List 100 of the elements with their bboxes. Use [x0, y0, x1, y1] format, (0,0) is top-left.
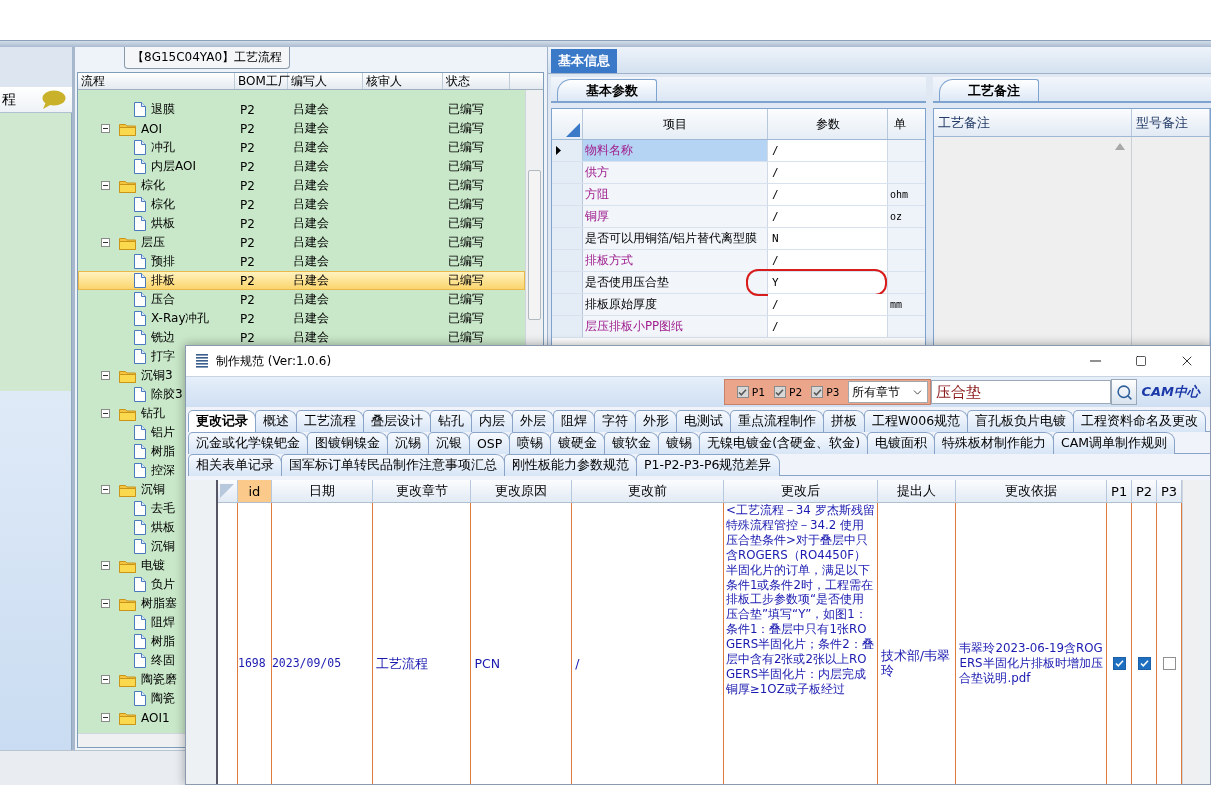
checkbox-label: P2: [788, 385, 803, 399]
table-cell: /: [772, 188, 779, 201]
tree-node-label: 沉铜: [151, 538, 175, 555]
table-cell: 已编写: [448, 330, 484, 344]
table-cell: P2: [240, 330, 255, 345]
tree-node-label: 树脂: [151, 443, 175, 460]
table-cell: 吕建会: [293, 197, 329, 211]
tree-node-label: 控深: [151, 462, 175, 479]
tree-node-label: X-Ray冲孔: [151, 310, 210, 327]
table-cell: /: [575, 655, 580, 671]
table-cell: 已编写: [448, 216, 484, 230]
table-cell: P2: [240, 254, 255, 269]
tree-node-label: 钻孔: [141, 405, 165, 422]
table-cell: P2: [240, 273, 255, 288]
table-cell: 已编写: [448, 235, 484, 249]
tree-node-label: 铣边: [151, 329, 175, 346]
table-cell: 层压排板小PP图纸: [583, 316, 768, 337]
table-cell: 1698: [237, 655, 266, 671]
tree-node-label: 打字: [151, 348, 175, 365]
tree-node-label: 冲孔: [151, 139, 175, 156]
table-cell: 吕建会: [293, 235, 329, 249]
table-cell: 已编写: [448, 102, 484, 116]
checkbox-label: P1: [751, 385, 765, 399]
tree-node-label: 树脂: [151, 633, 175, 650]
table-cell: N: [772, 232, 779, 245]
table-cell: 已编写: [448, 121, 484, 135]
table-cell: P2: [240, 197, 255, 212]
table-cell: 已编写: [448, 311, 484, 325]
table-cell: P2: [240, 178, 255, 193]
table-cell: 吕建会: [293, 140, 329, 154]
table-cell: P2: [240, 311, 255, 326]
table-cell: 铜厚: [583, 206, 768, 227]
table-cell: 是否使用压合垫: [583, 272, 768, 293]
table-cell: 已编写: [448, 159, 484, 173]
table-cell: 吕建会: [293, 292, 329, 306]
table-cell: 已编写: [448, 140, 484, 154]
table-cell: 吕建会: [293, 216, 329, 230]
table-cell: 吕建会: [293, 178, 329, 192]
table-cell: <工艺流程－34 罗杰斯残留特殊流程管控－34.2 使用压合垫条件>对于叠层中只含ROGERS（RO4450F）半固化片的订单，满足以下条件1或条件2时，工程需在排板工步参数项“是否使用压合垫”填写“Y”，如图1：条件1：叠层中只有1张ROGERS半固化片；条件2：叠层中含有2张或2张以上ROGERS半固化片：内层完成铜厚≥1OZ或子板经过: [725, 503, 875, 697]
table-cell: /: [772, 320, 779, 333]
tree-node-label: 铝片: [151, 424, 175, 441]
tree-node-label: 阻焊: [151, 614, 175, 631]
table-cell: 物料名称: [583, 140, 768, 161]
table-cell: 是否可以用铜箔/铝片替代离型膜: [583, 228, 768, 249]
checkbox-label: P3: [826, 385, 840, 399]
tree-node-label: 烘板: [151, 215, 175, 232]
tree-node-label: 电镀: [141, 557, 165, 574]
table-cell-text: 技术部/韦翠玲: [880, 648, 951, 678]
tree-node-label: 陶瓷: [151, 690, 175, 707]
table-cell: 供方: [583, 162, 768, 183]
table-cell: 2023/09/05: [271, 655, 342, 671]
table-cell: 韦翠玲2023-06-19含ROGERS半固化片排板时增加压合垫说明.pdf: [959, 640, 1104, 686]
tree-node-label: 内层AOI: [151, 158, 196, 175]
tree-node-label: 陶瓷磨: [141, 671, 177, 688]
tree-node-label: 棕化: [151, 196, 175, 213]
table-cell: mm: [890, 299, 903, 310]
tree-node-label: AOI: [141, 121, 162, 136]
table-cell: P2: [240, 121, 255, 136]
table-cell: 方阻: [583, 184, 768, 205]
table-cell: 吕建会: [293, 159, 329, 173]
tree-node-label: 层压: [141, 234, 165, 251]
tree-node-label: 除胶3: [151, 386, 183, 403]
table-cell: 工艺流程: [375, 655, 428, 671]
table-cell: P2: [240, 216, 255, 231]
table-cell: /: [772, 210, 779, 223]
table-cell: 已编写: [448, 178, 484, 192]
tree-node-label: 去毛: [151, 500, 175, 517]
tree-node-label: 沉铜3: [141, 367, 173, 384]
table-cell: Y: [772, 276, 779, 289]
table-cell: 吕建会: [293, 254, 329, 268]
tree-node-label: 烘板: [151, 519, 175, 536]
table-cell: 吕建会: [293, 102, 329, 116]
tree-node-label: 沉铜: [141, 481, 165, 498]
table-cell: 排板方式: [583, 250, 768, 271]
tree-node-label: 排板: [151, 272, 175, 289]
table-cell: P2: [240, 102, 255, 117]
tree-node-label: 树脂塞: [141, 595, 177, 612]
tree-node-label: 压合: [151, 291, 175, 308]
table-cell: 已编写: [448, 197, 484, 211]
table-cell: 已编写: [448, 273, 484, 287]
table-cell: PCN: [474, 655, 501, 671]
window-title: 制作规范 (Ver:1.0.6): [216, 352, 333, 370]
tree-node-label: 终固: [151, 652, 175, 669]
tree-node-label: 棕化: [141, 177, 165, 194]
table-cell: P2: [240, 140, 255, 155]
table-cell: oz: [890, 211, 903, 222]
panel-title: 【8G15C04YA0】工艺流程: [124, 47, 291, 69]
table-cell: 排板原始厚度: [583, 294, 768, 315]
table-cell: 吕建会: [293, 273, 329, 287]
tree-node-label: 负片: [151, 576, 175, 593]
table-cell: /: [772, 166, 779, 179]
logo: CAM中心: [1141, 383, 1200, 401]
table-cell: P2: [240, 292, 255, 307]
table-cell: 吕建会: [293, 121, 329, 135]
table-cell: 已编写: [448, 254, 484, 268]
table-cell: /: [772, 144, 779, 157]
table-cell: P2: [240, 159, 255, 174]
table-cell: /: [772, 298, 779, 311]
table-cell: 吕建会: [293, 330, 329, 344]
tree-node-label: 预排: [151, 253, 175, 270]
